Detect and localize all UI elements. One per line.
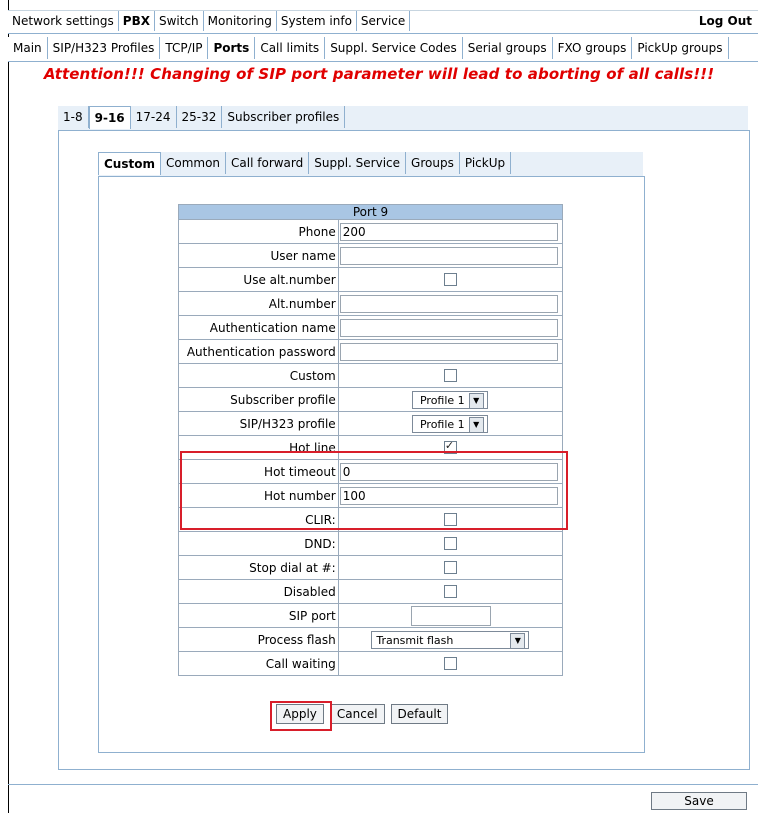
alt-number-input[interactable]: [339, 295, 558, 313]
tab-ports-25-32[interactable]: 25-32: [176, 106, 223, 128]
chevron-down-icon: ▼: [468, 392, 484, 409]
subscriber-profile-label: Subscriber profile: [178, 387, 339, 412]
auth-name-input[interactable]: [339, 319, 558, 337]
subscriber-profile-value: Profile 1: [419, 393, 465, 407]
apply-highlight-box: [270, 701, 332, 731]
sip-port-label: SIP port: [178, 603, 339, 628]
cancel-button[interactable]: Cancel: [329, 704, 385, 724]
stop-dial-checkbox[interactable]: [443, 561, 457, 574]
logout-link[interactable]: Log Out: [699, 11, 752, 31]
tab-service[interactable]: Service: [357, 11, 411, 31]
tab-system-info[interactable]: System info: [277, 11, 357, 31]
sip-port-input[interactable]: [410, 605, 491, 626]
disabled-checkbox[interactable]: [443, 585, 457, 598]
tab-ports-1-8[interactable]: 1-8: [58, 106, 89, 128]
use-alt-number-checkbox[interactable]: [443, 273, 457, 286]
dnd-label: DND:: [178, 531, 339, 556]
user-name-label: User name: [178, 243, 339, 268]
stop-dial-label: Stop dial at #:: [178, 555, 339, 580]
subtab-sip-profiles[interactable]: SIP/H323 Profiles: [48, 37, 161, 59]
tab-call-forward[interactable]: Call forward: [226, 152, 310, 174]
tab-monitoring[interactable]: Monitoring: [204, 11, 277, 31]
tab-switch[interactable]: Switch: [155, 11, 204, 31]
subtab-pickup-groups[interactable]: PickUp groups: [632, 37, 729, 59]
sip-profile-select[interactable]: Profile 1 ▼: [412, 414, 489, 433]
process-flash-label: Process flash: [178, 627, 339, 652]
chevron-down-icon: ▼: [510, 632, 526, 649]
footer-divider: [8, 784, 758, 785]
phone-label: Phone: [178, 219, 339, 244]
use-alt-number-label: Use alt.number: [178, 267, 339, 292]
attention-message: Attention!!! Changing of SIP port parame…: [43, 65, 715, 83]
alt-number-label: Alt.number: [178, 291, 339, 316]
subtab-call-limits[interactable]: Call limits: [255, 37, 326, 59]
tab-groups[interactable]: Groups: [406, 152, 460, 174]
subtab-serial-groups[interactable]: Serial groups: [463, 37, 553, 59]
tab-pbx[interactable]: PBX: [119, 11, 155, 31]
subtab-main[interactable]: Main: [8, 37, 48, 59]
call-waiting-checkbox[interactable]: [443, 657, 457, 670]
dnd-checkbox[interactable]: [443, 537, 457, 550]
auth-name-label: Authentication name: [178, 315, 339, 340]
call-waiting-label: Call waiting: [178, 651, 339, 676]
phone-input[interactable]: [339, 223, 558, 241]
subtab-suppl-service-codes[interactable]: Suppl. Service Codes: [325, 37, 463, 59]
subtab-fxo-groups[interactable]: FXO groups: [553, 37, 633, 59]
top-nav: Network settings PBX Switch Monitoring Syste…: [8, 10, 758, 34]
chevron-down-icon: ▼: [468, 416, 484, 433]
save-button[interactable]: Save: [651, 792, 747, 810]
tab-suppl-service[interactable]: Suppl. Service: [309, 152, 407, 174]
tab-ports-17-24[interactable]: 17-24: [130, 106, 177, 128]
default-button[interactable]: Default: [390, 704, 449, 724]
tab-ports-9-16[interactable]: 9-16: [88, 106, 131, 129]
subtab-ports[interactable]: Ports: [208, 37, 256, 59]
sip-profile-label: SIP/H323 profile: [178, 411, 339, 436]
settings-tabs: Custom Common Call forward Suppl. Service Gr…: [98, 152, 643, 176]
port-header: Port 9: [178, 204, 563, 220]
tab-pickup[interactable]: PickUp: [459, 152, 512, 174]
sub-nav: Main SIP/H323 Profiles TCP/IP Ports Call lim…: [8, 37, 758, 62]
custom-checkbox[interactable]: [443, 369, 457, 382]
process-flash-select[interactable]: Transmit flash ▼: [371, 630, 530, 649]
tab-network-settings[interactable]: Network settings: [8, 11, 119, 31]
process-flash-value: Transmit flash: [376, 633, 454, 647]
custom-label: Custom: [178, 363, 339, 388]
auth-password-label: Authentication password: [178, 339, 339, 364]
sip-profile-value: Profile 1: [419, 417, 465, 431]
subtab-tcpip[interactable]: TCP/IP: [160, 37, 209, 59]
subscriber-profile-select[interactable]: Profile 1 ▼: [412, 390, 489, 409]
tab-custom[interactable]: Custom: [98, 152, 161, 175]
tab-subscriber-profiles[interactable]: Subscriber profiles: [222, 106, 346, 128]
port-settings-table: Port 9 Phone User name Use alt.number Al…: [178, 204, 564, 676]
auth-password-input[interactable]: [339, 343, 558, 361]
tab-common[interactable]: Common: [160, 152, 227, 174]
hotline-highlight-box: [180, 451, 568, 530]
user-name-input[interactable]: [339, 247, 558, 265]
disabled-label: Disabled: [178, 579, 339, 604]
port-tabs: 1-8 9-16 17-24 25-32 Subscriber profiles: [58, 106, 748, 130]
